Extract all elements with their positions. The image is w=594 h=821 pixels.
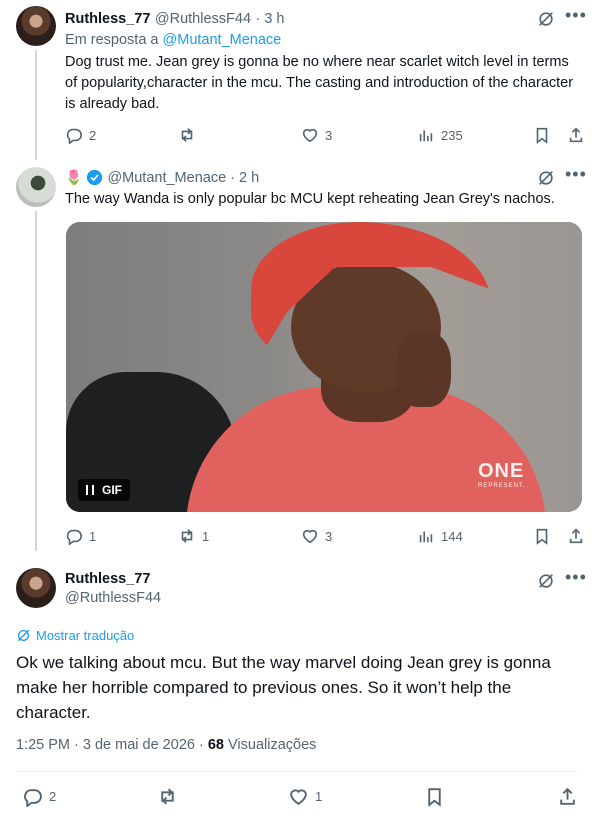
main-views-count: 68 <box>207 737 224 753</box>
grok-icon[interactable] <box>537 10 555 33</box>
avatar[interactable] <box>16 6 56 46</box>
like-icon <box>302 529 318 544</box>
grok-icon[interactable] <box>537 572 555 595</box>
reply-prefix: Em resposta a <box>65 32 159 48</box>
share-icon <box>569 127 583 143</box>
more-icon[interactable]: ••• <box>565 568 587 586</box>
translate-label: Mostrar tradução <box>36 628 135 643</box>
timestamp[interactable]: · 3 h <box>255 11 284 27</box>
like-icon <box>290 788 307 805</box>
views-button[interactable]: 235 <box>417 126 463 144</box>
like-count: 3 <box>325 528 333 544</box>
share-icon <box>560 787 575 805</box>
verified-icon[interactable] <box>86 169 103 186</box>
reply-count: 2 <box>89 127 97 143</box>
gif-label: GIF <box>102 483 122 497</box>
like-icon <box>302 128 318 143</box>
retweet-button[interactable] <box>178 126 202 144</box>
more-icon[interactable]: ••• <box>565 165 587 183</box>
reply-button[interactable]: 2 <box>65 126 96 144</box>
pause-icon <box>86 485 94 495</box>
gif-watermark: ONE REPRESENT. <box>478 460 526 489</box>
reply-button[interactable]: 2 <box>22 786 56 807</box>
gif-watermark-sub: REPRESENT. <box>478 483 526 489</box>
bookmark-button[interactable] <box>533 527 551 545</box>
retweet-button[interactable] <box>157 786 178 807</box>
thread-line <box>35 50 37 160</box>
tweet-meta: 1:25 PM · 3 de mai de 2026 · 68 Visualiz… <box>16 737 316 753</box>
bookmark-icon <box>428 787 441 807</box>
tweet-text: The way Wanda is only popular bc MCU kep… <box>65 191 555 207</box>
share-button[interactable] <box>567 126 585 144</box>
retweet-button[interactable]: 1 <box>178 527 209 545</box>
bookmark-icon <box>536 528 548 545</box>
handle[interactable]: @Mutant_Menace <box>107 170 226 186</box>
bookmark-button[interactable] <box>424 786 445 807</box>
handle[interactable]: @RuthlessF44 <box>155 11 251 27</box>
thread-line <box>35 211 37 551</box>
like-count: 3 <box>325 127 333 143</box>
share-icon <box>569 528 583 544</box>
reply-button[interactable]: 1 <box>65 527 96 545</box>
avatar[interactable] <box>16 167 56 207</box>
like-button[interactable]: 1 <box>288 786 322 807</box>
more-icon[interactable]: ••• <box>565 6 587 24</box>
handle[interactable]: @RuthlessF44 <box>65 590 161 606</box>
share-button[interactable] <box>567 527 585 545</box>
views-button[interactable]: 144 <box>417 527 463 545</box>
emoji: 🌷 <box>65 169 83 185</box>
like-button[interactable]: 3 <box>301 527 332 545</box>
retweet-icon <box>181 529 193 543</box>
tweet-text: Dog trust me. Jean grey is gonna be no w… <box>65 54 574 112</box>
like-count: 1 <box>315 788 323 804</box>
main-views-label: Visualizações <box>228 737 317 753</box>
display-name[interactable]: Ruthless_77 <box>65 571 161 587</box>
retweet-icon <box>161 787 174 805</box>
reply-count: 1 <box>89 528 97 544</box>
bookmark-icon <box>536 127 548 144</box>
reply-icon <box>66 529 82 545</box>
bookmark-button[interactable] <box>533 126 551 144</box>
reply-count: 2 <box>49 788 57 804</box>
gif-watermark-text: ONE <box>478 460 525 482</box>
reply-icon <box>66 128 82 144</box>
views-icon <box>419 531 433 543</box>
translate-icon <box>17 629 30 642</box>
main-timestamp[interactable]: 1:25 PM · 3 de mai de 2026 · <box>16 737 204 753</box>
views-count: 235 <box>441 127 463 143</box>
retweet-icon <box>181 128 193 142</box>
divider <box>16 771 578 772</box>
share-button[interactable] <box>557 786 578 807</box>
avatar[interactable] <box>16 568 56 608</box>
views-count: 144 <box>441 528 463 544</box>
reply-icon <box>24 788 42 807</box>
like-button[interactable]: 3 <box>301 126 332 144</box>
gif-person-hand <box>396 332 451 407</box>
display-name[interactable]: Ruthless_77 <box>65 11 150 27</box>
gif-media[interactable]: ONE REPRESENT. GIF <box>66 222 582 512</box>
retweet-count: 1 <box>202 528 210 544</box>
reply-to-link[interactable]: @Mutant_Menace <box>163 32 282 48</box>
translate-link[interactable]: Mostrar tradução <box>16 628 134 643</box>
timestamp[interactable]: · 2 h <box>230 170 259 186</box>
views-icon <box>419 130 433 142</box>
gif-pause-button[interactable]: GIF <box>78 479 130 501</box>
main-tweet-text: Ok we talking about mcu. But the way mar… <box>16 653 551 722</box>
